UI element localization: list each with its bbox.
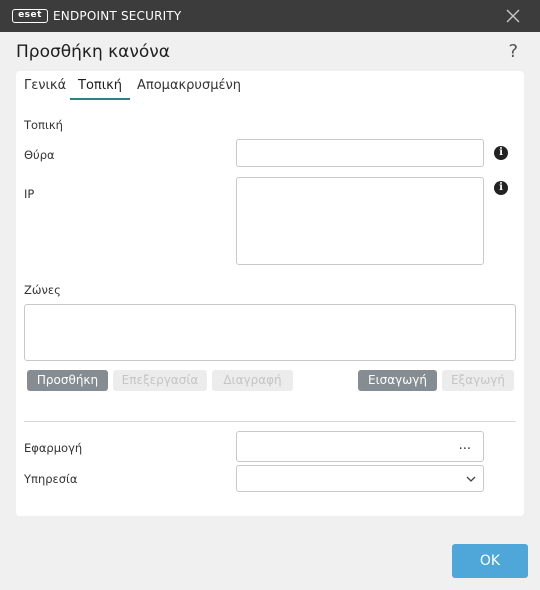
edit-button[interactable]: Επεξεργασία [113, 370, 207, 391]
tab-local[interactable]: Τοπική [70, 78, 131, 100]
eset-logo: eset [12, 9, 48, 23]
port-label: Θύρα [24, 148, 55, 162]
section-divider [24, 421, 516, 422]
zones-label: Ζώνες [24, 283, 61, 297]
rule-panel: Γενικά Τοπική Απομακρυσμένη Τοπική Θύρα … [16, 71, 524, 516]
chevron-down-icon [466, 476, 476, 482]
port-info-icon[interactable]: i [494, 146, 508, 160]
close-button[interactable] [504, 7, 522, 25]
export-button[interactable]: Εξαγωγή [442, 370, 514, 391]
zones-list[interactable] [24, 304, 516, 361]
tab-remote[interactable]: Απομακρυσμένη [137, 78, 241, 100]
ip-info-icon[interactable]: i [494, 181, 508, 195]
dialog-title: Προσθήκη κανόνα [16, 42, 170, 62]
section-title: Τοπική [24, 118, 63, 132]
service-select[interactable] [236, 465, 484, 492]
service-label: Υπηρεσία [24, 472, 78, 486]
tab-general[interactable]: Γενικά [24, 78, 66, 100]
delete-button[interactable]: Διαγραφή [212, 370, 293, 391]
ip-field[interactable] [236, 177, 484, 265]
add-button[interactable]: Προσθήκη [27, 370, 108, 391]
brand: eset ENDPOINT SECURITY [12, 9, 181, 23]
product-name: ENDPOINT SECURITY [53, 9, 182, 23]
browse-button[interactable]: ... [459, 438, 471, 453]
help-button[interactable]: ? [508, 41, 518, 62]
ip-label: IP [24, 187, 35, 201]
close-icon [506, 9, 520, 23]
port-field[interactable] [236, 139, 484, 167]
application-label: Εφαρμογή [24, 441, 83, 455]
import-button[interactable]: Εισαγωγή [358, 370, 437, 391]
application-field[interactable]: ... [236, 431, 484, 462]
ok-button[interactable]: OK [452, 544, 528, 578]
window-titlebar: eset ENDPOINT SECURITY [0, 0, 540, 32]
